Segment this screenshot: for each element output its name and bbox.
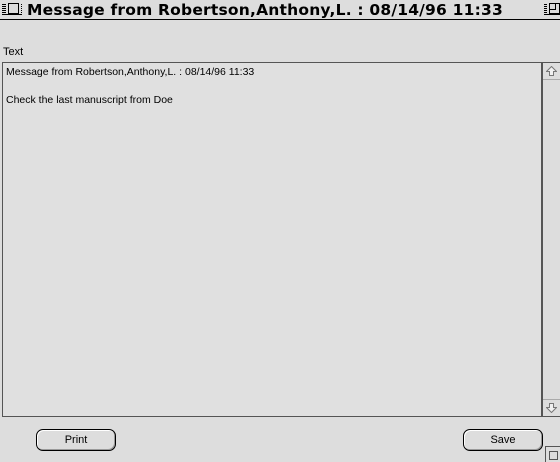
- scroll-down-arrow-icon[interactable]: [543, 399, 560, 416]
- text-field-label: Text: [3, 46, 24, 58]
- vertical-scrollbar[interactable]: [542, 62, 560, 417]
- zoom-box-icon[interactable]: [549, 3, 560, 14]
- message-text-content: Message from Robertson,Anthony,L. : 08/1…: [6, 65, 539, 107]
- title-bar[interactable]: Message from Robertson,Anthony,L. : 08/1…: [0, 0, 560, 20]
- save-button[interactable]: Save: [463, 429, 543, 451]
- message-window: Message from Robertson,Anthony,L. : 08/1…: [0, 0, 560, 462]
- window-title: Message from Robertson,Anthony,L. : 08/1…: [22, 0, 508, 19]
- close-box-icon[interactable]: [8, 3, 19, 14]
- message-text-area[interactable]: Message from Robertson,Anthony,L. : 08/1…: [2, 62, 542, 417]
- resize-grip-icon[interactable]: [545, 446, 560, 462]
- scroll-up-arrow-icon[interactable]: [543, 63, 560, 80]
- message-line: [6, 79, 539, 93]
- print-button[interactable]: Print: [36, 429, 116, 451]
- message-line: Message from Robertson,Anthony,L. : 08/1…: [6, 66, 255, 78]
- message-line: Check the last manuscript from Doe: [6, 94, 173, 106]
